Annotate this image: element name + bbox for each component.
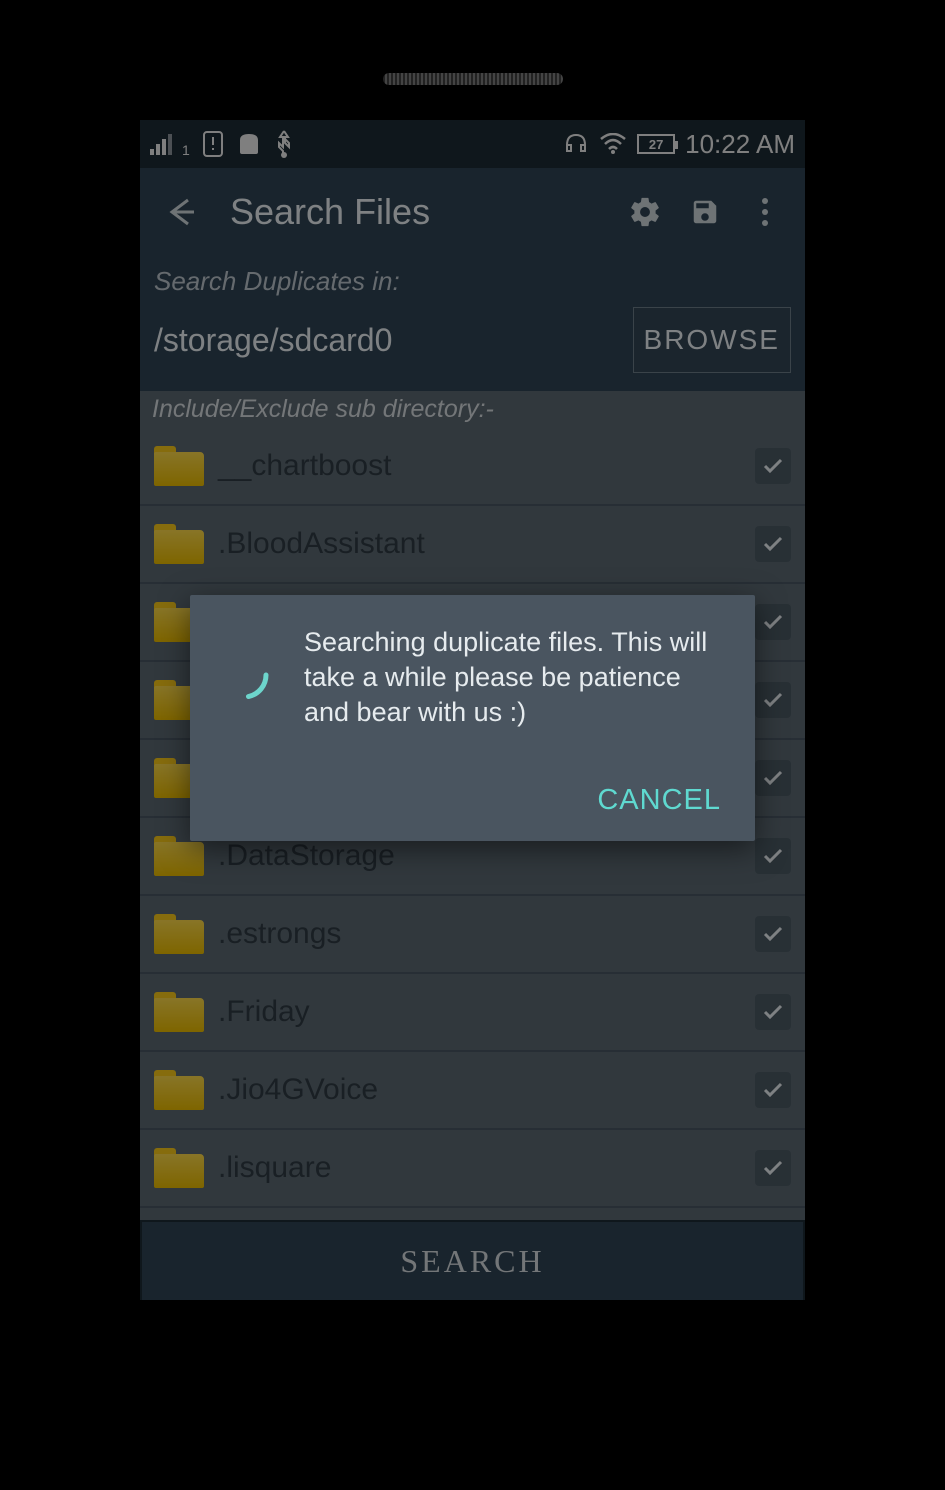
folder-icon: [154, 524, 204, 564]
status-left: 1: [150, 129, 294, 159]
list-item[interactable]: .Friday: [140, 974, 805, 1052]
back-button[interactable]: [160, 192, 200, 232]
list-item[interactable]: .lisquare: [140, 1130, 805, 1208]
progress-dialog: Searching duplicate files. This will tak…: [190, 595, 755, 841]
folder-checkbox[interactable]: [755, 1072, 791, 1108]
folder-checkbox[interactable]: [755, 682, 791, 718]
folder-checkbox[interactable]: [755, 1150, 791, 1186]
folder-name: .DataStorage: [218, 839, 741, 873]
speaker-grille: [383, 73, 563, 85]
folder-name: .BloodAssistant: [218, 527, 741, 561]
folder-checkbox[interactable]: [755, 526, 791, 562]
list-item[interactable]: __chartboost: [140, 428, 805, 506]
folder-checkbox[interactable]: [755, 838, 791, 874]
search-label: Search Duplicates in:: [154, 266, 791, 297]
dialog-actions: CANCEL: [214, 770, 731, 831]
folder-name: .estrongs: [218, 917, 741, 951]
folder-name: __chartboost: [218, 449, 741, 483]
page-title: Search Files: [230, 191, 605, 233]
folder-checkbox[interactable]: [755, 760, 791, 796]
battery-icon: 27: [637, 134, 675, 154]
folder-checkbox[interactable]: [755, 604, 791, 640]
phone-frame: 1 27 10:22 AM: [93, 55, 853, 1435]
folder-icon: [154, 836, 204, 876]
folder-name: .lisquare: [218, 1151, 741, 1185]
sim-number: 1: [182, 142, 190, 158]
more-button[interactable]: [745, 192, 785, 232]
status-right: 27 10:22 AM: [563, 129, 795, 160]
folder-icon: [154, 446, 204, 486]
status-time: 10:22 AM: [685, 129, 795, 160]
folder-icon: [154, 992, 204, 1032]
save-button[interactable]: [685, 192, 725, 232]
search-button[interactable]: SEARCH: [140, 1220, 805, 1300]
cancel-button[interactable]: CANCEL: [587, 770, 731, 831]
folder-icon: [154, 1070, 204, 1110]
usb-icon: [274, 129, 294, 159]
toolbar: Search Files: [140, 168, 805, 256]
folder-icon: [154, 914, 204, 954]
android-icon: [236, 132, 262, 156]
list-item[interactable]: .Jio4GVoice: [140, 1052, 805, 1130]
folder-checkbox[interactable]: [755, 916, 791, 952]
wifi-icon: [599, 133, 627, 155]
path-row: /storage/sdcard0 BROWSE: [154, 307, 791, 373]
path-text: /storage/sdcard0: [154, 322, 621, 359]
headphones-icon: [563, 131, 589, 157]
subdir-label: Include/Exclude sub directory:-: [140, 391, 805, 428]
list-item[interactable]: .estrongs: [140, 896, 805, 974]
dialog-message: Searching duplicate files. This will tak…: [304, 625, 731, 730]
screen: 1 27 10:22 AM: [140, 120, 805, 1300]
folder-checkbox[interactable]: [755, 448, 791, 484]
folder-icon: [154, 1148, 204, 1188]
status-bar: 1 27 10:22 AM: [140, 120, 805, 168]
settings-button[interactable]: [625, 192, 665, 232]
list-item[interactable]: .BloodAssistant: [140, 506, 805, 584]
folder-name: .Jio4GVoice: [218, 1073, 741, 1107]
spinner-icon: [214, 645, 274, 705]
search-section: Search Duplicates in: /storage/sdcard0 B…: [140, 256, 805, 391]
browse-button[interactable]: BROWSE: [633, 307, 791, 373]
folder-name: .Friday: [218, 995, 741, 1029]
sim-alert-icon: [202, 130, 224, 158]
folder-checkbox[interactable]: [755, 994, 791, 1030]
dialog-content: Searching duplicate files. This will tak…: [214, 625, 731, 730]
signal-icon: [150, 133, 178, 155]
